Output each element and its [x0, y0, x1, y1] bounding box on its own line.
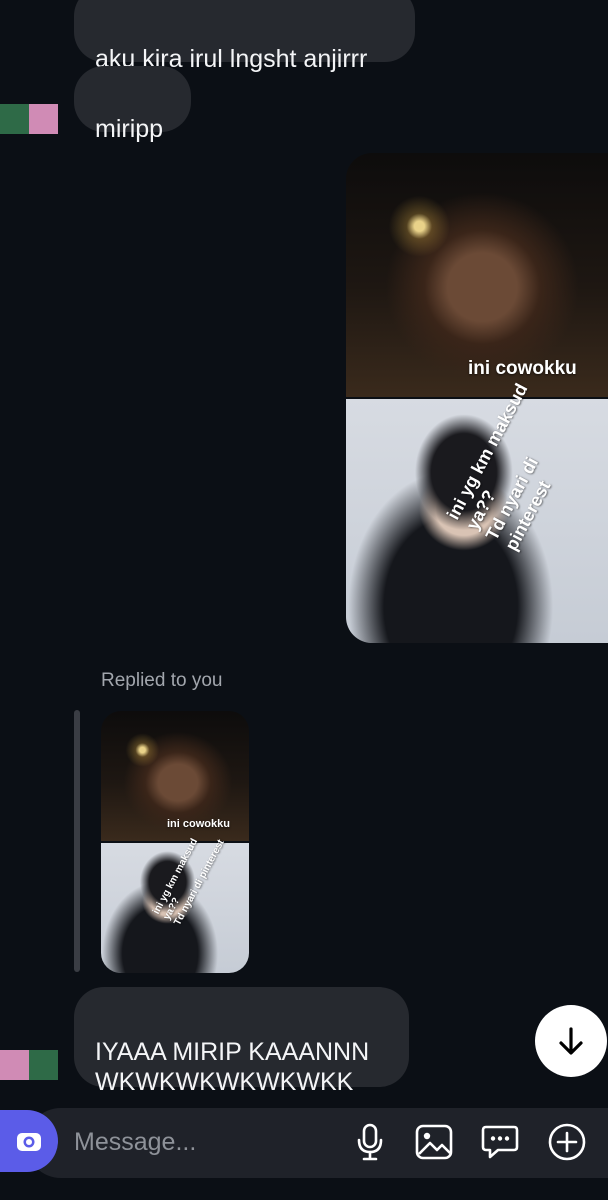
received-message[interactable]: aku kira irul lngsht anjirrr [74, 0, 415, 73]
more-options-button[interactable] [547, 1122, 587, 1162]
avatar[interactable] [0, 104, 58, 134]
microphone-icon [357, 1123, 383, 1161]
scroll-to-bottom-button[interactable] [535, 1005, 607, 1077]
sent-image-message[interactable]: ini cowokku ini yg km maksud ya?? Td nya… [346, 153, 608, 643]
message-text: IYAAA MIRIP KAAANNN WKWKWKWKWKWKK [95, 1038, 370, 1096]
reply-image-thumbnail[interactable]: ini cowokku ini yg km maksud ya?? Td nya… [101, 711, 249, 973]
message-input[interactable]: Message... [74, 1128, 196, 1157]
image-icon [415, 1124, 453, 1160]
received-message[interactable]: IYAAA MIRIP KAAANNN WKWKWKWKWKWKK [74, 987, 409, 1096]
camera-icon [17, 1133, 41, 1151]
avatar[interactable] [0, 1050, 58, 1080]
chat-bubble-icon [481, 1125, 519, 1159]
plus-circle-icon [548, 1123, 586, 1161]
reply-quote-bar [74, 710, 80, 972]
sticker-button[interactable] [480, 1122, 520, 1162]
gallery-button[interactable] [414, 1122, 454, 1162]
arrow-down-icon [559, 1027, 583, 1055]
replied-label: Replied to you [101, 670, 223, 691]
microphone-button[interactable] [350, 1122, 390, 1162]
message-text: miripp [95, 115, 164, 143]
received-message[interactable]: miripp [74, 66, 191, 143]
